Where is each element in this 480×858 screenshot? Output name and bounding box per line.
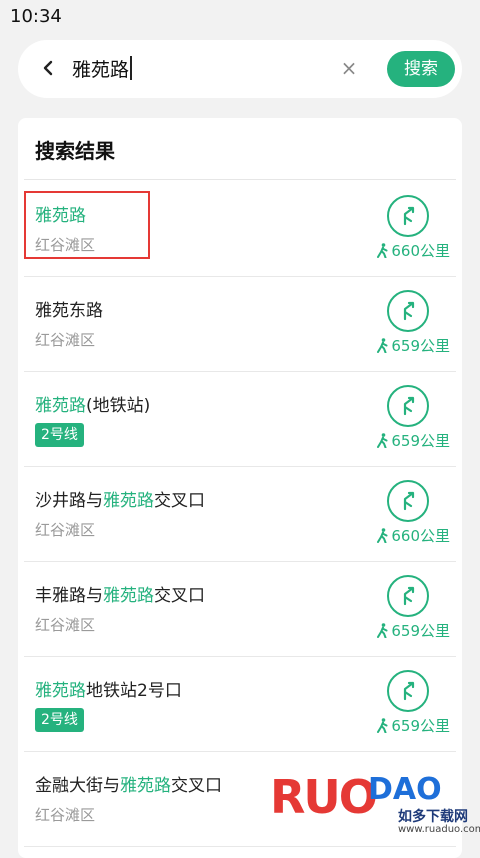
walk-distance: 659公里 — [376, 715, 450, 736]
distance-text: 659公里 — [391, 432, 450, 450]
distance-text: 659公里 — [391, 337, 450, 355]
result-name: 金融大街与雅苑路交叉口 — [35, 771, 222, 796]
result-name-post: 交叉口 — [171, 776, 222, 796]
walk-distance: 659公里 — [376, 430, 450, 451]
route-icon[interactable] — [387, 670, 429, 712]
result-district: 红谷滩区 — [35, 806, 96, 824]
walk-distance: 660公里 — [376, 240, 450, 261]
result-district: 红谷滩区 — [35, 521, 96, 539]
result-name-pre: 雅苑东路 — [35, 301, 103, 321]
walk-icon — [377, 718, 388, 733]
walk-icon — [377, 338, 388, 353]
result-name-hl: 雅苑路 — [103, 491, 154, 511]
results-title: 搜索结果 — [35, 139, 115, 163]
result-name-hl: 雅苑路 — [35, 681, 86, 701]
walk-icon — [377, 243, 388, 258]
result-name-hl: 雅苑路 — [120, 776, 171, 796]
line-badge: 2号线 — [35, 708, 84, 732]
route-icon[interactable] — [387, 290, 429, 332]
distance-text: 660公里 — [391, 242, 450, 260]
divider — [24, 179, 456, 180]
result-name-hl: 雅苑路 — [103, 586, 154, 606]
watermark-logo: RUO DAO 如多下载网 www.ruaduo.com — [270, 770, 480, 853]
walk-icon — [377, 433, 388, 448]
walk-icon — [377, 623, 388, 638]
distance-text: 659公里 — [391, 622, 450, 640]
result-name-post: (地铁站) — [86, 396, 151, 416]
watermark-url: www.ruaduo.com — [398, 824, 480, 835]
line-badge: 2号线 — [35, 423, 84, 447]
walk-distance: 660公里 — [376, 525, 450, 546]
list-item[interactable]: 丰雅路与雅苑路交叉口红谷滩区 659公里 — [24, 561, 456, 657]
walk-distance: 659公里 — [376, 335, 450, 356]
result-district: 红谷滩区 — [35, 616, 96, 634]
back-arrow-icon[interactable] — [38, 54, 58, 82]
list-item[interactable]: 雅苑路(地铁站) 2号线 659公里 — [24, 371, 456, 467]
result-name-post: 交叉口 — [154, 586, 205, 606]
search-button[interactable]: 搜索 — [387, 51, 455, 87]
highlight-box — [24, 191, 150, 259]
result-name-pre: 丰雅路与 — [35, 586, 103, 606]
list-item[interactable]: 雅苑东路红谷滩区 659公里 — [24, 276, 456, 372]
result-name-pre: 金融大街与 — [35, 776, 120, 796]
route-icon[interactable] — [387, 575, 429, 617]
search-input[interactable]: 雅苑路 — [72, 55, 133, 82]
result-name-post: 地铁站2号口 — [86, 681, 182, 701]
status-bar: 10:34 — [0, 0, 480, 32]
result-district: 红谷滩区 — [35, 331, 96, 349]
result-name-post: 交叉口 — [154, 491, 205, 511]
result-name-pre: 沙井路与 — [35, 491, 103, 511]
result-name: 沙井路与雅苑路交叉口 — [35, 486, 205, 511]
route-icon[interactable] — [387, 195, 429, 237]
result-name: 雅苑路(地铁站) — [35, 391, 150, 416]
walk-distance: 659公里 — [376, 620, 450, 641]
clear-icon[interactable]: × — [338, 56, 360, 80]
list-item[interactable]: 雅苑路地铁站2号口 2号线 659公里 — [24, 656, 456, 752]
result-name: 雅苑东路 — [35, 296, 103, 321]
status-time: 10:34 — [10, 6, 62, 27]
search-bar: 雅苑路 × 搜索 — [18, 40, 462, 98]
distance-text: 660公里 — [391, 527, 450, 545]
walk-icon — [377, 528, 388, 543]
route-icon[interactable] — [387, 385, 429, 427]
watermark-dao: DAO — [368, 772, 442, 807]
result-name: 雅苑路地铁站2号口 — [35, 676, 182, 701]
result-name-hl: 雅苑路 — [35, 396, 86, 416]
text-caret — [130, 56, 133, 80]
result-name: 丰雅路与雅苑路交叉口 — [35, 581, 205, 606]
search-input-value: 雅苑路 — [72, 59, 130, 81]
distance-text: 659公里 — [391, 717, 450, 735]
watermark-cn: 如多下载网 — [398, 809, 468, 825]
watermark-ruo: RUO — [270, 770, 378, 824]
list-item[interactable]: 沙井路与雅苑路交叉口红谷滩区 660公里 — [24, 466, 456, 562]
route-icon[interactable] — [387, 480, 429, 522]
